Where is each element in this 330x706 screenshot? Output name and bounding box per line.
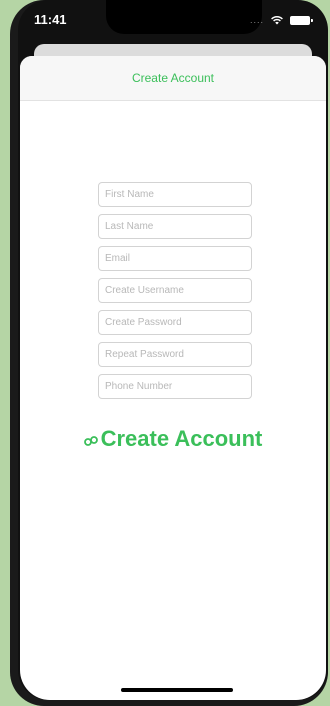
modal-sheet: Create Account Create Account [20, 56, 326, 700]
repeat-password-field[interactable] [98, 342, 252, 367]
signup-form [98, 182, 252, 406]
wifi-icon [271, 16, 283, 25]
device-screen: 11:41 .... Create Account First Name Las… [18, 0, 328, 700]
navigation-bar: Create Account [20, 56, 326, 101]
email-field[interactable] [98, 246, 252, 271]
signal-dots: .... [249, 15, 264, 25]
last-name-field[interactable] [98, 214, 252, 239]
status-icons: .... [249, 15, 313, 25]
home-indicator [121, 688, 233, 692]
create-account-label: Create Account [100, 426, 263, 451]
first-name-field[interactable] [98, 182, 252, 207]
status-time: 11:41 [34, 12, 67, 27]
key-icon [83, 436, 98, 446]
battery-icon [290, 15, 313, 25]
username-field[interactable] [98, 278, 252, 303]
notch [106, 0, 262, 34]
password-field[interactable] [98, 310, 252, 335]
page-title: Create Account [131, 71, 215, 85]
create-account-button[interactable]: Create Account [20, 426, 326, 452]
phone-number-field[interactable] [98, 374, 252, 399]
